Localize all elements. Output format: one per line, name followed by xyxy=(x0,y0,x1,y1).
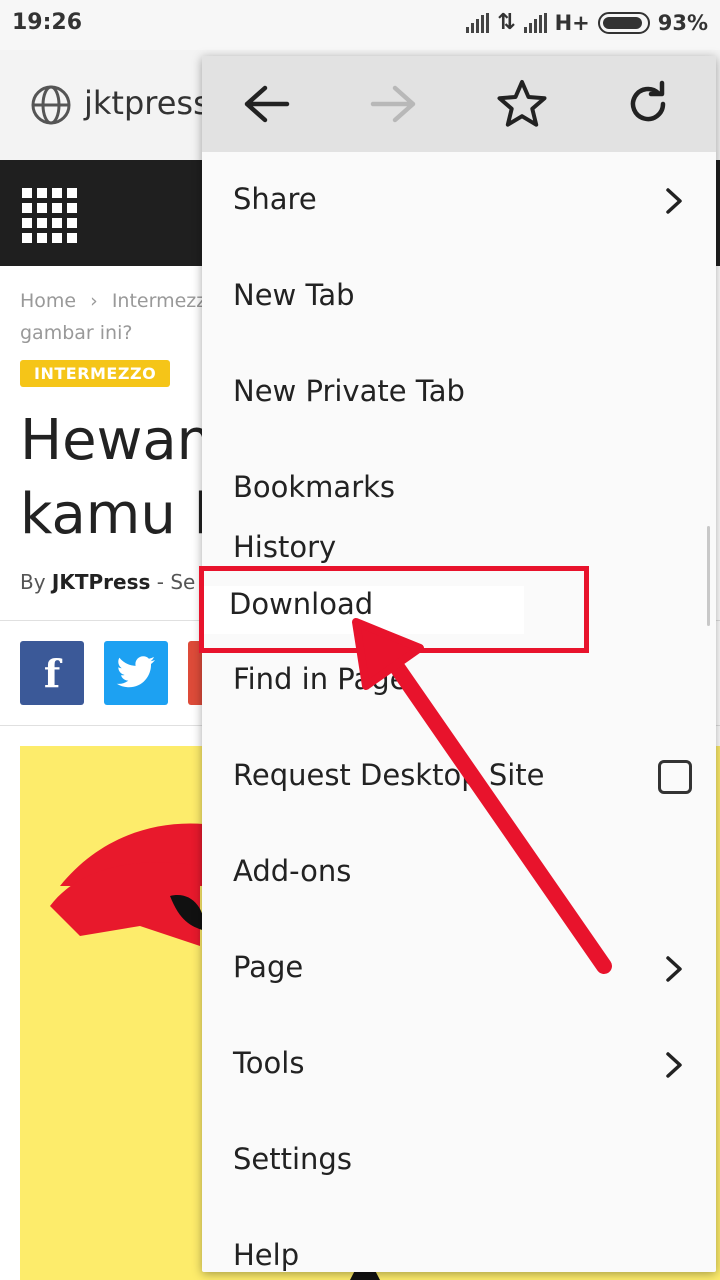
battery-percent: 93% xyxy=(657,10,708,35)
menu-item-label: Find in Page xyxy=(233,662,408,696)
byline-sep: - xyxy=(156,570,164,594)
forward-arrow-icon xyxy=(370,85,416,123)
apps-grid-icon[interactable] xyxy=(22,188,77,243)
menu-item-label: Bookmarks xyxy=(233,470,396,504)
menu-item-label: Page xyxy=(233,950,304,984)
byline-date: Se xyxy=(170,570,196,594)
menu-item-new-private-tab[interactable]: New Private Tab xyxy=(202,348,716,438)
forward-button[interactable] xyxy=(366,76,422,132)
headline-line-1: Hewan xyxy=(20,408,213,473)
menu-item-label: New Private Tab xyxy=(233,374,465,408)
menu-item-page[interactable]: Page xyxy=(202,924,716,1014)
twitter-icon xyxy=(116,656,155,688)
menu-item-help[interactable]: Help xyxy=(202,1212,716,1272)
chevron-right-icon xyxy=(666,188,682,214)
star-icon xyxy=(497,80,547,127)
menu-scrollbar[interactable] xyxy=(707,526,710,626)
breadcrumb-home[interactable]: Home xyxy=(20,290,76,312)
facebook-icon: f xyxy=(43,650,61,696)
breadcrumb-title: gambar ini? xyxy=(20,322,133,344)
signal-icon xyxy=(466,12,490,33)
back-button[interactable] xyxy=(238,76,294,132)
menu-item-label: New Tab xyxy=(233,278,355,312)
facebook-share-button[interactable]: f xyxy=(20,641,84,705)
status-bar: 19:26 ⇅ H+ 93% xyxy=(0,0,720,50)
menu-item-new-tab[interactable]: New Tab xyxy=(202,252,716,342)
back-arrow-icon xyxy=(244,85,290,123)
battery-icon xyxy=(597,11,650,34)
chevron-right-icon xyxy=(666,956,682,982)
menu-item-label: Settings xyxy=(233,1142,352,1176)
menu-item-settings[interactable]: Settings xyxy=(202,1116,716,1206)
desktop-site-checkbox[interactable] xyxy=(658,760,692,794)
annotation-highlight-box xyxy=(199,566,589,653)
chevron-right-icon xyxy=(666,1052,682,1078)
url-text[interactable]: jktpress. xyxy=(84,84,220,122)
byline-author[interactable]: JKTPress xyxy=(52,570,150,594)
network-type: H+ xyxy=(554,10,590,35)
menu-item-share[interactable]: Share xyxy=(202,156,716,246)
byline: By JKTPress - Se xyxy=(20,570,195,594)
browser-menu: Share New Tab New Private Tab Bookmarks … xyxy=(202,56,716,1272)
reload-icon xyxy=(630,80,666,122)
menu-item-label: Tools xyxy=(233,1046,305,1080)
status-indicators: ⇅ H+ 93% xyxy=(466,10,708,35)
signal-icon-2 xyxy=(523,12,547,33)
reload-button[interactable] xyxy=(620,76,676,132)
menu-item-label: Request Desktop Site xyxy=(233,758,545,792)
twitter-share-button[interactable] xyxy=(104,641,168,705)
menu-item-label: History xyxy=(233,530,337,564)
menu-item-request-desktop-site[interactable]: Request Desktop Site xyxy=(202,732,716,822)
menu-item-label: Add-ons xyxy=(233,854,352,888)
menu-item-add-ons[interactable]: Add-ons xyxy=(202,828,716,918)
menu-toolbar xyxy=(202,56,716,152)
headline-line-2: kamu li xyxy=(20,482,225,547)
breadcrumb: Home › Intermezz xyxy=(20,290,206,312)
status-time: 19:26 xyxy=(12,10,83,35)
breadcrumb-separator: › xyxy=(90,290,98,312)
data-transfer-icon: ⇅ xyxy=(497,10,516,35)
category-badge[interactable]: INTERMEZZO xyxy=(20,360,171,387)
menu-item-label: Help xyxy=(233,1238,300,1272)
menu-item-label: Share xyxy=(233,182,317,216)
menu-item-tools[interactable]: Tools xyxy=(202,1020,716,1110)
byline-by: By xyxy=(20,570,46,594)
globe-icon xyxy=(31,85,71,125)
bookmark-star-button[interactable] xyxy=(494,76,550,132)
breadcrumb-category[interactable]: Intermezz xyxy=(112,290,206,312)
